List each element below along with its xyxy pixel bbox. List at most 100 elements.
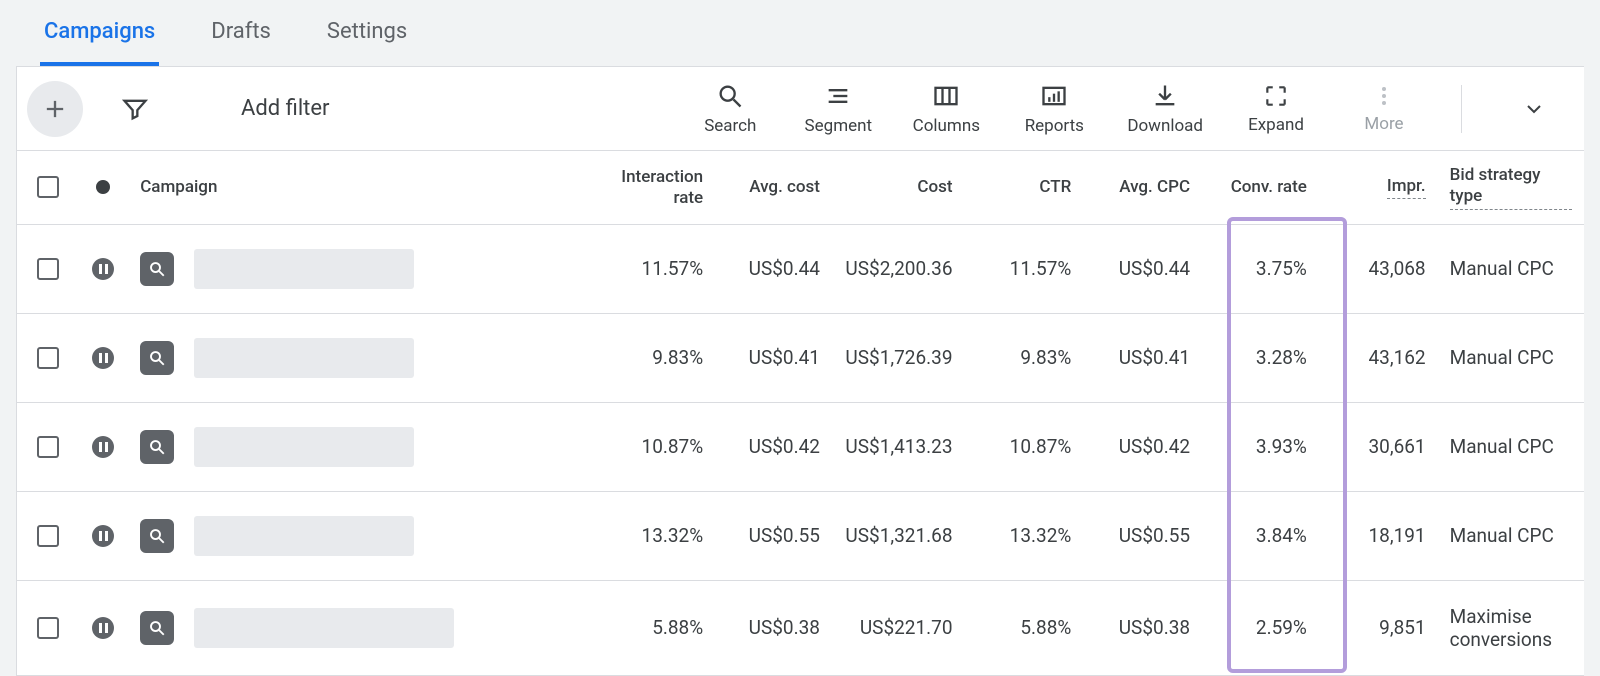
avg-cost-value: US$0.42	[715, 403, 832, 491]
add-filter-button[interactable]: Add filter	[241, 96, 329, 121]
cost-value: US$2,200.36	[832, 225, 965, 313]
cost-value: US$1,726.39	[832, 314, 965, 402]
more-label: More	[1364, 114, 1403, 134]
impr-value: 9,851	[1319, 581, 1438, 675]
col-impr[interactable]: Impr.	[1319, 151, 1438, 224]
campaign-name-redacted[interactable]	[194, 338, 414, 378]
table-body: 11.57% US$0.44 US$2,200.36 11.57% US$0.4…	[17, 225, 1584, 676]
more-tool[interactable]: More	[1349, 84, 1419, 134]
ctr-value: 5.88%	[965, 581, 1084, 675]
pause-icon[interactable]	[92, 525, 114, 547]
columns-label: Columns	[913, 116, 980, 136]
download-icon	[1151, 82, 1179, 110]
impr-value: 18,191	[1319, 492, 1438, 580]
campaign-name-redacted[interactable]	[194, 249, 414, 289]
campaign-name-redacted[interactable]	[194, 608, 454, 648]
search-icon	[716, 82, 744, 110]
conv-rate-value: 3.28%	[1202, 314, 1319, 402]
segment-icon	[824, 82, 852, 110]
col-avg-cpc[interactable]: Avg. CPC	[1083, 151, 1202, 224]
avg-cost-value: US$0.38	[715, 581, 832, 675]
chevron-down-icon	[1522, 97, 1546, 121]
interaction-rate-value: 11.57%	[598, 225, 715, 313]
ctr-value: 11.57%	[965, 225, 1084, 313]
conv-rate-value: 3.93%	[1202, 403, 1319, 491]
row-checkbox[interactable]	[37, 525, 59, 547]
expand-icon	[1263, 83, 1289, 109]
avg-cpc-value: US$0.41	[1083, 314, 1202, 402]
ctr-value: 10.87%	[965, 403, 1084, 491]
col-interaction-rate[interactable]: Interaction rate	[598, 151, 715, 224]
columns-tool[interactable]: Columns	[911, 82, 981, 136]
row-checkbox[interactable]	[37, 258, 59, 280]
add-button[interactable]	[27, 81, 83, 137]
download-tool[interactable]: Download	[1127, 82, 1203, 136]
avg-cpc-value: US$0.55	[1083, 492, 1202, 580]
search-tool[interactable]: Search	[695, 82, 765, 136]
table-row: 5.88% US$0.38 US$221.70 5.88% US$0.38 2.…	[17, 581, 1584, 676]
impr-value: 43,162	[1319, 314, 1438, 402]
interaction-rate-value: 13.32%	[598, 492, 715, 580]
segment-label: Segment	[805, 116, 873, 136]
select-all-checkbox[interactable]	[37, 176, 59, 198]
pause-icon[interactable]	[92, 436, 114, 458]
impr-value: 43,068	[1319, 225, 1438, 313]
conv-rate-value: 3.75%	[1202, 225, 1319, 313]
campaign-type-icon	[140, 430, 174, 464]
campaign-type-icon	[140, 252, 174, 286]
impr-value: 30,661	[1319, 403, 1438, 491]
reports-icon	[1040, 82, 1068, 110]
columns-icon	[932, 82, 960, 110]
tab-bar: Campaigns Drafts Settings	[0, 0, 1600, 66]
collapse-chevron[interactable]	[1522, 97, 1546, 121]
cost-value: US$1,413.23	[832, 403, 965, 491]
pause-icon[interactable]	[92, 617, 114, 639]
row-checkbox[interactable]	[37, 347, 59, 369]
tab-campaigns[interactable]: Campaigns	[40, 0, 159, 66]
col-conv-rate[interactable]: Conv. rate	[1202, 151, 1319, 224]
cost-value: US$221.70	[832, 581, 965, 675]
table-row: 13.32% US$0.55 US$1,321.68 13.32% US$0.5…	[17, 492, 1584, 581]
interaction-rate-value: 9.83%	[598, 314, 715, 402]
col-bid-strategy[interactable]: Bid strategy type	[1438, 151, 1584, 224]
avg-cpc-value: US$0.42	[1083, 403, 1202, 491]
col-ctr[interactable]: CTR	[965, 151, 1084, 224]
tab-settings[interactable]: Settings	[323, 0, 411, 66]
avg-cost-value: US$0.55	[715, 492, 832, 580]
bid-strategy-value[interactable]: Maximise conversions	[1438, 581, 1584, 675]
status-header-dot[interactable]	[96, 180, 110, 194]
campaign-name-redacted[interactable]	[194, 516, 414, 556]
avg-cost-value: US$0.44	[715, 225, 832, 313]
interaction-rate-value: 10.87%	[598, 403, 715, 491]
table-header: Campaign Interaction rate Avg. cost Cost…	[17, 151, 1584, 225]
filter-icon[interactable]	[121, 95, 149, 123]
col-avg-cost[interactable]: Avg. cost	[715, 151, 832, 224]
pause-icon[interactable]	[92, 258, 114, 280]
bid-strategy-value: Manual CPC	[1438, 403, 1584, 491]
toolbar-divider	[1461, 85, 1462, 133]
bid-strategy-value: Manual CPC	[1438, 314, 1584, 402]
campaign-name-redacted[interactable]	[194, 427, 414, 467]
table-row: 10.87% US$0.42 US$1,413.23 10.87% US$0.4…	[17, 403, 1584, 492]
row-checkbox[interactable]	[37, 436, 59, 458]
conv-rate-value: 2.59%	[1202, 581, 1319, 675]
table-row: 9.83% US$0.41 US$1,726.39 9.83% US$0.41 …	[17, 314, 1584, 403]
expand-tool[interactable]: Expand	[1241, 83, 1311, 135]
campaign-type-icon	[140, 519, 174, 553]
conv-rate-value: 3.84%	[1202, 492, 1319, 580]
tab-drafts[interactable]: Drafts	[207, 0, 275, 66]
ctr-value: 9.83%	[965, 314, 1084, 402]
table-row: 11.57% US$0.44 US$2,200.36 11.57% US$0.4…	[17, 225, 1584, 314]
bid-strategy-value: Manual CPC	[1438, 492, 1584, 580]
interaction-rate-value: 5.88%	[598, 581, 715, 675]
col-campaign[interactable]: Campaign	[128, 151, 598, 224]
pause-icon[interactable]	[92, 347, 114, 369]
col-cost[interactable]: Cost	[832, 151, 965, 224]
campaign-type-icon	[140, 341, 174, 375]
segment-tool[interactable]: Segment	[803, 82, 873, 136]
search-label: Search	[704, 116, 756, 136]
row-checkbox[interactable]	[37, 617, 59, 639]
reports-label: Reports	[1025, 116, 1084, 136]
reports-tool[interactable]: Reports	[1019, 82, 1089, 136]
ctr-value: 13.32%	[965, 492, 1084, 580]
